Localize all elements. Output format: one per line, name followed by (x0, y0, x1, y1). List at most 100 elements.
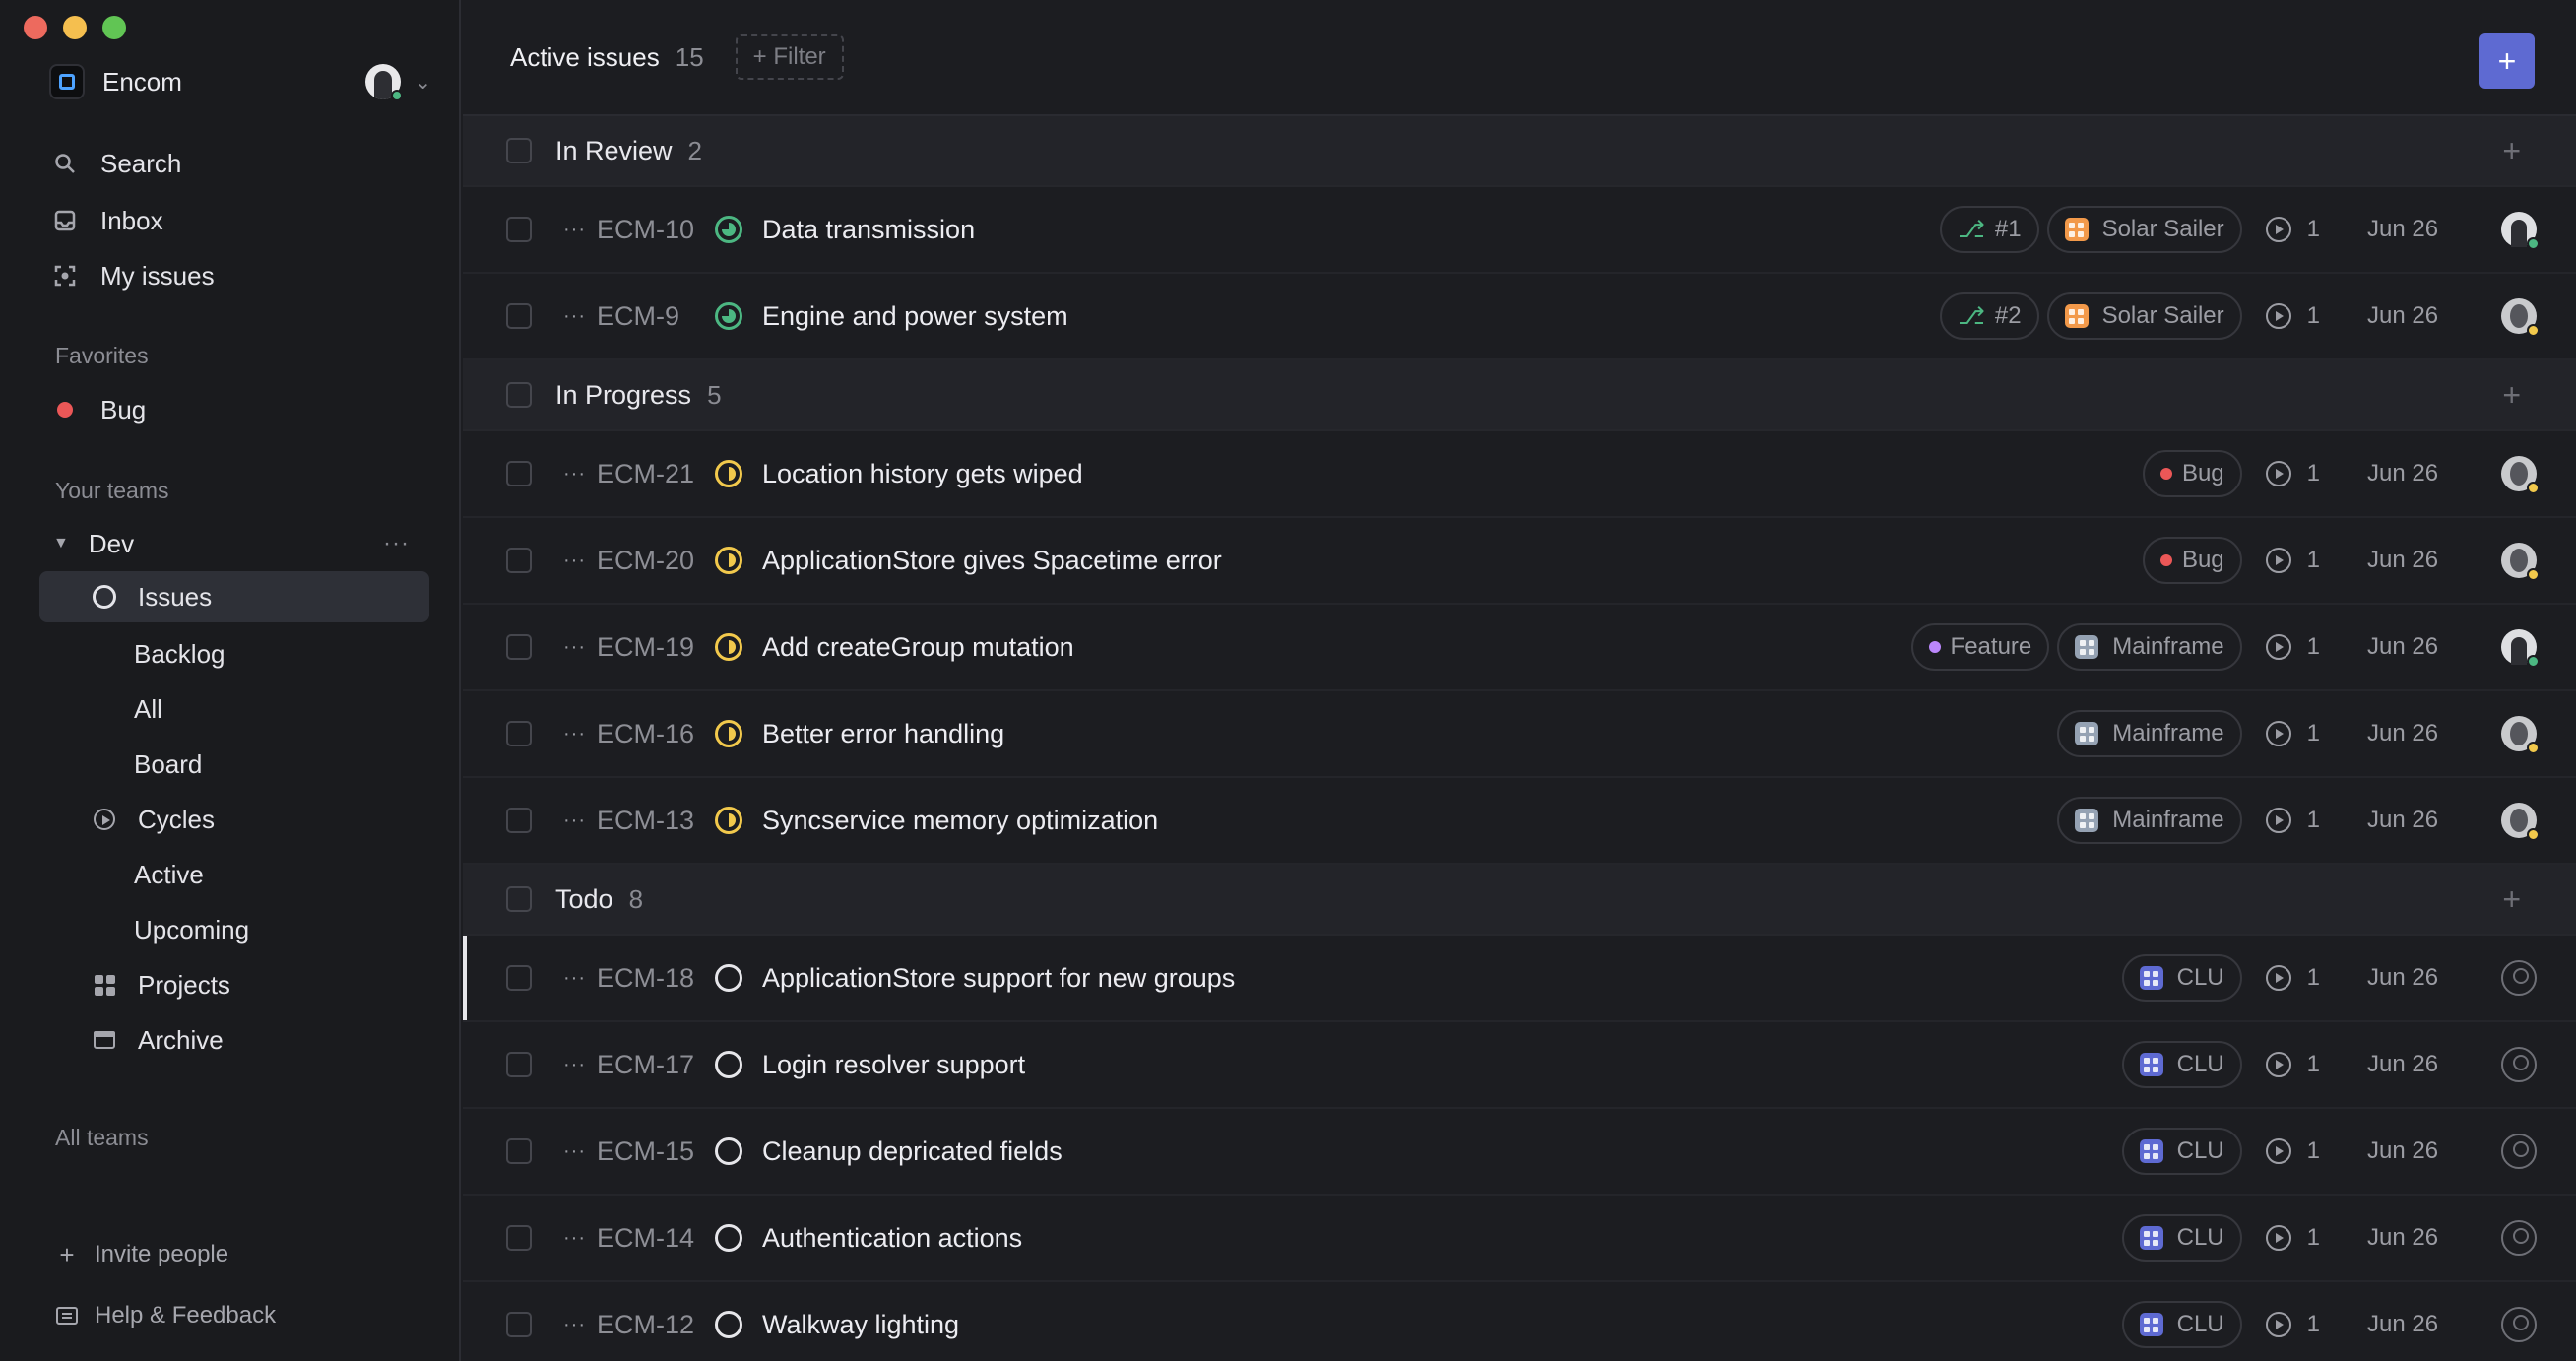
cycle-indicator[interactable]: 1 (2265, 460, 2320, 487)
assignee-avatar[interactable] (2501, 716, 2540, 754)
team-dev[interactable]: ▼ Dev ··· (53, 524, 410, 563)
issue-row[interactable]: ··· ECM-18 ApplicationStore support for ne… (463, 936, 2576, 1022)
team-item-board[interactable]: Board (39, 739, 429, 790)
issue-row[interactable]: ··· ECM-9 Engine and power system ⎇ #2 Solar … (463, 274, 2576, 360)
priority-icon[interactable]: ··· (563, 463, 585, 486)
new-issue-button[interactable]: + (2479, 33, 2535, 89)
priority-icon[interactable]: ··· (563, 550, 585, 572)
cycle-indicator[interactable]: 1 (2265, 807, 2320, 834)
cycle-indicator[interactable]: 1 (2265, 964, 2320, 992)
issue-checkbox[interactable] (506, 303, 532, 329)
assignee-avatar[interactable] (2501, 803, 2540, 841)
team-item-cycles[interactable]: Cycles (39, 794, 429, 845)
project-chip[interactable]: Solar Sailer (2046, 206, 2242, 253)
cycle-indicator[interactable]: 1 (2265, 216, 2320, 243)
nav-my-issues[interactable]: My issues (53, 256, 215, 295)
workspace-switcher[interactable]: Encom ⌄ (49, 61, 431, 102)
cycle-indicator[interactable]: 1 (2265, 302, 2320, 330)
issue-row[interactable]: ··· ECM-10 Data transmission ⎇ #1 Solar Saile… (463, 187, 2576, 274)
cycle-indicator[interactable]: 1 (2265, 633, 2320, 661)
issue-row[interactable]: ··· ECM-17 Login resolver support CLU 1 Jun 2… (463, 1022, 2576, 1109)
unassigned-avatar-icon[interactable] (2501, 1307, 2537, 1342)
label-chip[interactable]: Bug (2142, 450, 2242, 497)
issue-checkbox[interactable] (506, 461, 532, 486)
assignee-avatar[interactable] (2501, 298, 2540, 337)
add-issue-icon[interactable]: + (2502, 133, 2521, 169)
priority-icon[interactable]: ··· (563, 636, 585, 659)
status-progress-icon[interactable] (715, 547, 742, 574)
assignee-avatar[interactable] (2501, 629, 2540, 668)
priority-icon[interactable]: ··· (563, 1054, 585, 1076)
cycle-indicator[interactable]: 1 (2265, 1311, 2320, 1338)
invite-people-button[interactable]: + Invite people (55, 1237, 228, 1272)
more-options-icon[interactable]: ··· (383, 530, 410, 557)
group-select-checkbox[interactable] (506, 382, 532, 408)
project-chip[interactable]: Mainframe (2057, 797, 2242, 844)
issue-checkbox[interactable] (506, 965, 532, 991)
unassigned-avatar-icon[interactable] (2501, 960, 2537, 996)
project-chip[interactable]: CLU (2121, 1128, 2242, 1175)
priority-icon[interactable]: ··· (563, 723, 585, 745)
issue-row[interactable]: ··· ECM-14 Authentication actions CLU 1 Jun 2… (463, 1196, 2576, 1282)
help-feedback-button[interactable]: Help & Feedback (55, 1298, 276, 1333)
priority-icon[interactable]: ··· (563, 219, 585, 241)
favorite-bug[interactable]: Bug (53, 390, 146, 429)
status-todo-icon[interactable] (715, 1224, 742, 1252)
issue-checkbox[interactable] (506, 1312, 532, 1337)
priority-icon[interactable]: ··· (563, 967, 585, 990)
team-item-issues[interactable]: Issues (39, 571, 429, 622)
status-review-icon[interactable] (715, 216, 742, 243)
issue-checkbox[interactable] (506, 1138, 532, 1164)
caret-down-icon[interactable]: ▼ (53, 535, 69, 552)
team-item-archive[interactable]: Archive (39, 1014, 429, 1066)
status-progress-icon[interactable] (715, 460, 742, 487)
issue-row[interactable]: ··· ECM-21 Location history gets wiped Bug 1… (463, 431, 2576, 518)
pull-request-chip[interactable]: ⎇ #1 (1940, 206, 2039, 253)
add-issue-icon[interactable]: + (2502, 377, 2521, 414)
project-chip[interactable]: Mainframe (2057, 623, 2242, 671)
team-item-projects[interactable]: Projects (39, 959, 429, 1010)
issue-row[interactable]: ··· ECM-13 Syncservice memory optimization… (463, 778, 2576, 865)
cycle-indicator[interactable]: 1 (2265, 1224, 2320, 1252)
team-item-active[interactable]: Active (39, 849, 429, 900)
project-chip[interactable]: CLU (2121, 1214, 2242, 1262)
nav-search[interactable]: Search (53, 144, 181, 183)
team-item-upcoming[interactable]: Upcoming (39, 904, 429, 955)
filter-button[interactable]: + Filter (735, 34, 844, 80)
unassigned-avatar-icon[interactable] (2501, 1134, 2537, 1169)
status-todo-icon[interactable] (715, 1137, 742, 1165)
priority-icon[interactable]: ··· (563, 1314, 585, 1336)
project-chip[interactable]: Solar Sailer (2046, 292, 2242, 340)
priority-icon[interactable]: ··· (563, 810, 585, 832)
issue-row[interactable]: ··· ECM-19 Add createGroup mutation Feature… (463, 605, 2576, 691)
issue-checkbox[interactable] (506, 1052, 532, 1077)
cycle-indicator[interactable]: 1 (2265, 547, 2320, 574)
assignee-avatar[interactable] (2501, 212, 2540, 250)
issue-checkbox[interactable] (506, 721, 532, 746)
priority-icon[interactable]: ··· (563, 305, 585, 328)
label-chip[interactable]: Bug (2142, 537, 2242, 584)
status-progress-icon[interactable] (715, 720, 742, 747)
project-chip[interactable]: CLU (2121, 1301, 2242, 1348)
issue-checkbox[interactable] (506, 1225, 532, 1251)
issue-checkbox[interactable] (506, 808, 532, 833)
issue-checkbox[interactable] (506, 217, 532, 242)
cycle-indicator[interactable]: 1 (2265, 1051, 2320, 1078)
group-select-checkbox[interactable] (506, 886, 532, 912)
status-todo-icon[interactable] (715, 1051, 742, 1078)
issue-row[interactable]: ··· ECM-12 Walkway lighting CLU 1 Jun 26 (463, 1282, 2576, 1361)
issue-row[interactable]: ··· ECM-16 Better error handling Mainframe 1… (463, 691, 2576, 778)
status-progress-icon[interactable] (715, 633, 742, 661)
priority-icon[interactable]: ··· (563, 1227, 585, 1250)
project-chip[interactable]: Mainframe (2057, 710, 2242, 757)
cycle-indicator[interactable]: 1 (2265, 1137, 2320, 1165)
project-chip[interactable]: CLU (2121, 1041, 2242, 1088)
issue-checkbox[interactable] (506, 634, 532, 660)
pull-request-chip[interactable]: ⎇ #2 (1940, 292, 2039, 340)
issue-row[interactable]: ··· ECM-15 Cleanup depricated fields CLU 1 Ju… (463, 1109, 2576, 1196)
group-select-checkbox[interactable] (506, 138, 532, 163)
assignee-avatar[interactable] (2501, 456, 2540, 494)
minimize-window-button[interactable] (63, 16, 87, 39)
nav-inbox[interactable]: Inbox (53, 201, 163, 240)
status-todo-icon[interactable] (715, 1311, 742, 1338)
